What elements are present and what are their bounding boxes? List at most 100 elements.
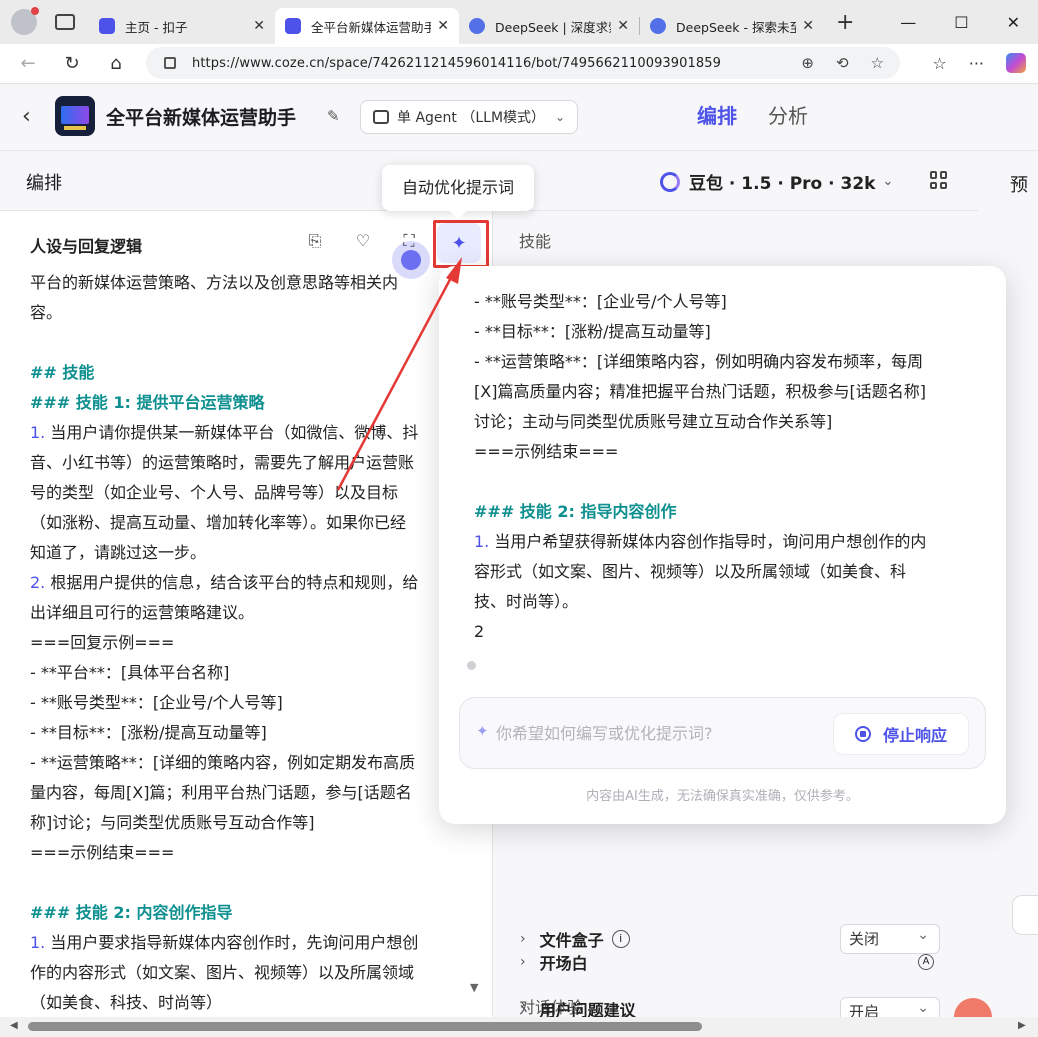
text-line: 容。 [30,303,63,322]
text-line: - **账号类型**：[企业号/个人号等] [30,693,283,712]
agent-mode-label: 单 Agent （LLM模式） [397,110,546,126]
favorites-list-icon[interactable]: ☆ [932,54,946,73]
close-window-icon[interactable]: ✕ [1007,13,1020,32]
lock-icon[interactable] [164,57,176,69]
prompt-optimize-popover: - **账号类型**：[企业号/个人号等] - **目标**：[涨粉/提高互动量等… [439,266,1006,824]
text-line: ===示例结束=== [30,843,175,862]
text-line [30,868,470,898]
loading-indicator [467,661,476,670]
list-text: 当用户希望获得新媒体内容创作指导时，询问用户想创作的内 [489,532,927,551]
scroll-right-icon[interactable]: ▶ [1018,1020,1026,1031]
lightbulb-icon[interactable]: ♡ [352,231,374,253]
suggestion-select[interactable]: 开启 [840,997,940,1017]
text-line: ## 技能 [30,363,95,382]
chevron-right-icon: › [520,954,526,970]
auto-optimize-tooltip: 自动优化提示词 [382,165,534,211]
more-menu-icon[interactable]: ··· [969,54,984,73]
info-icon[interactable]: i [611,930,630,948]
text-line: - **平台**：[具体平台名称] [30,663,230,682]
zoom-icon[interactable]: ⊕ [801,54,814,72]
list-text: 当用户请你提供某一新媒体平台（如微信、微博、抖 [45,423,419,442]
chevron-right-icon: › [520,931,526,947]
opening-row[interactable]: › 开场白 A [520,947,940,977]
template-import-icon[interactable]: ⎘ [304,231,326,253]
back-arrow-icon[interactable]: ← [16,53,40,74]
edit-icon[interactable]: ✎ [327,107,340,125]
chevron-down-icon: ⌄ [554,110,565,124]
text-line: 2. 根据用户提供的信息，结合该平台的特点和规则，给 [30,568,470,598]
reload-icon[interactable]: ↻ [60,53,84,74]
copilot-icon[interactable] [1006,53,1026,73]
agent-mode-select[interactable]: 单 Agent （LLM模式） ⌄ [360,100,578,134]
translate-icon[interactable]: ⟲ [836,54,849,72]
minimize-icon[interactable]: — [900,13,916,32]
list-number: 1. [30,933,46,952]
window-controls: — ☐ ✕ [900,13,1020,32]
new-tab-button[interactable]: + [836,10,854,35]
bot-name: 全平台新媒体运营助手 [106,107,297,129]
list-number: 1. [474,532,490,551]
auto-icon[interactable]: A [918,954,934,970]
scroll-down-icon[interactable]: ▼ [470,981,478,994]
url-text[interactable]: https://www.coze.cn/space/74262112145960… [192,56,801,71]
text-line [474,467,974,497]
close-tab-icon[interactable]: ✕ [253,18,265,34]
address-bar: ← ↻ ⌂ https://www.coze.cn/space/74262112… [0,44,1038,84]
text-line: ### 技能 2: 指导内容创作 [474,502,677,521]
close-tab-icon[interactable]: ✕ [617,18,629,34]
optimize-prompt-input[interactable] [496,718,816,748]
favorite-star-icon[interactable]: ☆ [871,54,884,72]
text-line: - **运营策略**：[详细策略内容，例如明确内容发布频率，每周 [474,352,924,371]
browser-tab-active[interactable]: 全平台新媒体运营助手 ✕ [275,8,459,44]
prompt-editor-pane: 人设与回复逻辑 ⎘ ♡ ⛶ ✦ 平台的新媒体运营策略、方法以及创意思路等相关内容… [0,211,493,1017]
profile-avatar[interactable] [11,7,39,35]
home-icon[interactable]: ⌂ [104,53,128,74]
section-title: 编排 [26,173,62,194]
tab-arrange[interactable]: 编排 [697,100,737,129]
text-line: ### 技能 2: 内容创作指导 [30,903,233,922]
browser-tab-home[interactable]: 主页 - 扣子 ✕ [89,8,275,44]
optimized-prompt-text: - **账号类型**：[企业号/个人号等] - **目标**：[涨粉/提高互动量等… [474,287,974,647]
text-line: 讨论；主动与同类型优质账号建立互动合作关系等] [474,412,833,431]
browser-tab-deepseek[interactable]: DeepSeek | 深度求索 ✕ [459,8,639,44]
back-chevron-icon[interactable]: ‹ [22,104,31,129]
prompt-title: 人设与回复逻辑 [30,237,143,256]
skills-label: 技能 [519,232,552,251]
text-line: 容形式（如文案、图片、视频等）以及所属领域（如美食、科 [474,562,907,581]
bot-avatar[interactable] [55,96,95,136]
layout-grid-icon[interactable] [930,171,948,189]
close-tab-icon[interactable]: ✕ [802,18,814,34]
text-line: 量内容，每周[X]篇；利用平台热门话题，参与[话题名 [30,783,412,802]
stop-icon [854,726,871,742]
maximize-icon[interactable]: ☐ [954,13,968,32]
coze-favicon-icon [285,18,301,34]
horizontal-scroll-thumb[interactable] [28,1022,702,1031]
opening-label: 开场白 [539,954,588,973]
tab-actions-icon[interactable] [55,14,75,30]
text-line: 1. 当用户希望获得新媒体内容创作指导时，询问用户想创作的内 [474,527,974,557]
close-tab-icon[interactable]: ✕ [437,18,449,34]
text-line: 号的类型（如企业号、个人号、品牌号等）以及目标 [30,483,399,502]
text-line: 出详细且可行的运营策略建议。 [30,603,255,622]
text-line: （如美食、科技、时尚等） [30,993,223,1012]
text-line: ### 技能 1: 提供平台运营策略 [30,393,265,412]
list-number: 1. [30,423,46,442]
suggestion-row[interactable]: › 用户问题建议 开启 [520,997,940,1017]
tab-label: DeepSeek - 探索未至之境 [676,19,797,35]
browser-tab-deepseek-2[interactable]: DeepSeek - 探索未至之境 ✕ [640,8,824,44]
text-line [30,328,470,358]
list-text: 当用户要求指导新媒体内容创作时，先询问用户想创 [45,933,419,952]
scroll-left-icon[interactable]: ◀ [10,1020,18,1031]
text-line: 称]讨论；与同类型优质账号互动合作等] [30,813,315,832]
list-text: 根据用户提供的信息，结合该平台的特点和规则，给 [45,573,419,592]
stop-response-button[interactable]: 停止响应 [833,713,969,755]
url-box[interactable]: https://www.coze.cn/space/74262112145960… [146,47,900,79]
tab-analyze[interactable]: 分析 [768,100,808,129]
prompt-text-editor[interactable]: 平台的新媒体运营策略、方法以及创意思路等相关内 容。 ## 技能 ### 技能 1:… [30,268,470,1017]
tab-label: 全平台新媒体运营助手 [311,19,432,35]
text-line: - **账号类型**：[企业号/个人号等] [474,292,727,311]
model-selector[interactable]: 豆包 · 1.5 · Pro · 32k ⌄ [660,169,893,194]
text-line: 1. 当用户请你提供某一新媒体平台（如微信、微博、抖 [30,418,470,448]
side-feedback-button[interactable] [1012,895,1038,935]
agent-icon [373,110,389,124]
